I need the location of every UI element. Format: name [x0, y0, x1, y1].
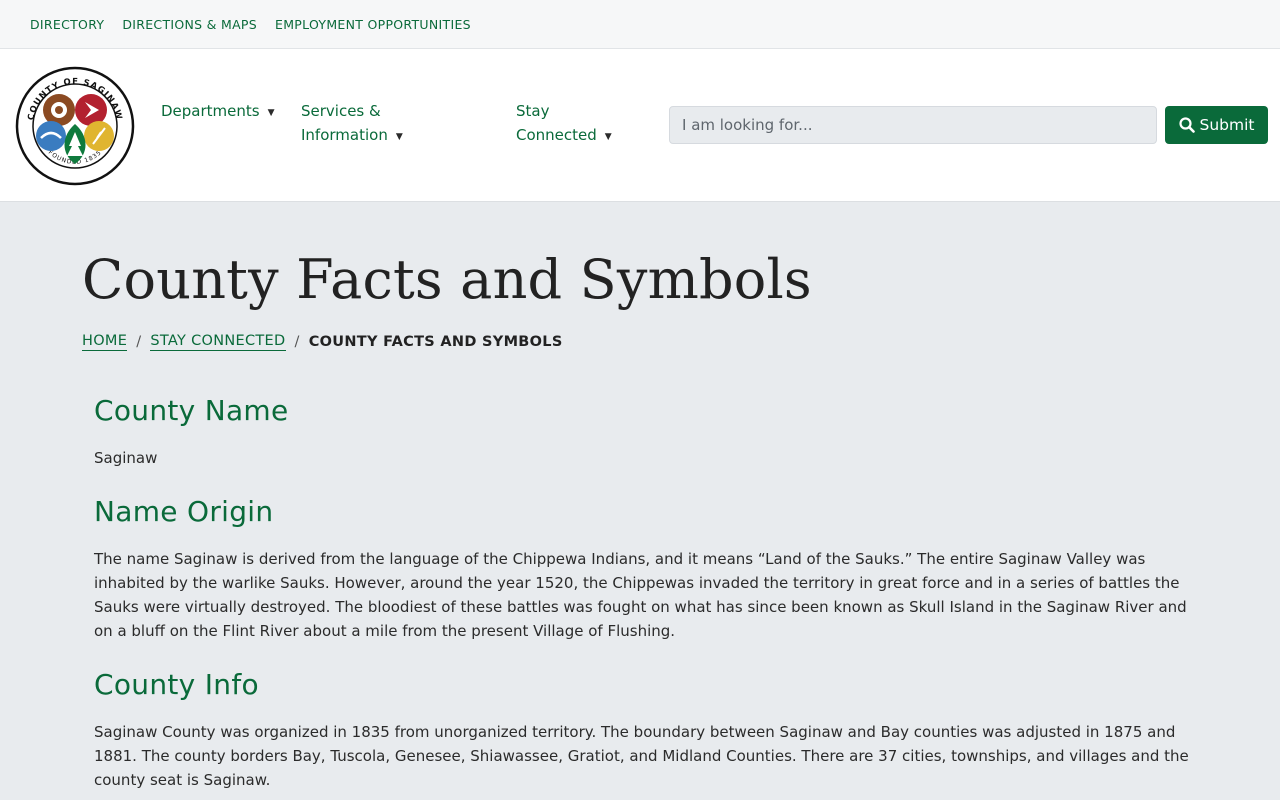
caret-down-icon: ▼ — [604, 132, 612, 142]
text-county-info: Saginaw County was organized in 1835 fro… — [94, 723, 1189, 789]
nav-services-information[interactable]: Services & Information ▼ — [301, 99, 403, 150]
search-input[interactable] — [669, 106, 1157, 144]
utility-link-directions-maps[interactable]: Directions & Maps — [122, 17, 257, 32]
utility-link-directory[interactable]: Directory — [30, 17, 104, 32]
nav-departments[interactable]: Departments ▼ — [161, 99, 275, 126]
nav-stay-label-line2: Connected — [516, 126, 597, 144]
search-icon — [1178, 117, 1195, 133]
search-submit-button[interactable]: Submit — [1165, 106, 1268, 144]
submit-label: Submit — [1199, 116, 1255, 134]
page-title: County Facts and Symbols — [82, 248, 812, 311]
breadcrumb-stay-connected[interactable]: Stay Connected — [150, 332, 286, 351]
breadcrumb-separator: / — [294, 333, 300, 350]
caret-down-icon: ▼ — [395, 132, 403, 142]
heading-name-origin: Name Origin — [94, 495, 274, 528]
text-name-origin: The name Saginaw is derived from the lan… — [94, 550, 1187, 640]
breadcrumb: Home / Stay Connected / County Facts and… — [82, 332, 563, 351]
county-seal-logo[interactable]: COUNTY OF SAGINAW FOUNDED 1835 — [15, 66, 135, 186]
site-header: COUNTY OF SAGINAW FOUNDED 1835 Departmen… — [0, 49, 1280, 202]
utility-bar: Directory Directions & Maps Employment O… — [0, 0, 1280, 49]
caret-down-icon: ▼ — [267, 108, 275, 118]
breadcrumb-home[interactable]: Home — [82, 332, 128, 351]
nav-departments-label: Departments — [161, 102, 260, 120]
breadcrumb-separator: / — [136, 333, 142, 350]
nav-stay-connected[interactable]: Stay Connected ▼ — [516, 99, 612, 150]
nav-services-label-line2: Information — [301, 126, 388, 144]
nav-services-label-line1: Services & — [301, 102, 381, 120]
heading-county-info: County Info — [94, 668, 259, 701]
nav-stay-label-line1: Stay — [516, 102, 550, 120]
heading-county-name: County Name — [94, 394, 289, 427]
breadcrumb-current: County Facts and Symbols — [308, 333, 563, 350]
text-county-name: Saginaw — [94, 449, 158, 467]
utility-link-employment[interactable]: Employment Opportunities — [275, 17, 471, 32]
